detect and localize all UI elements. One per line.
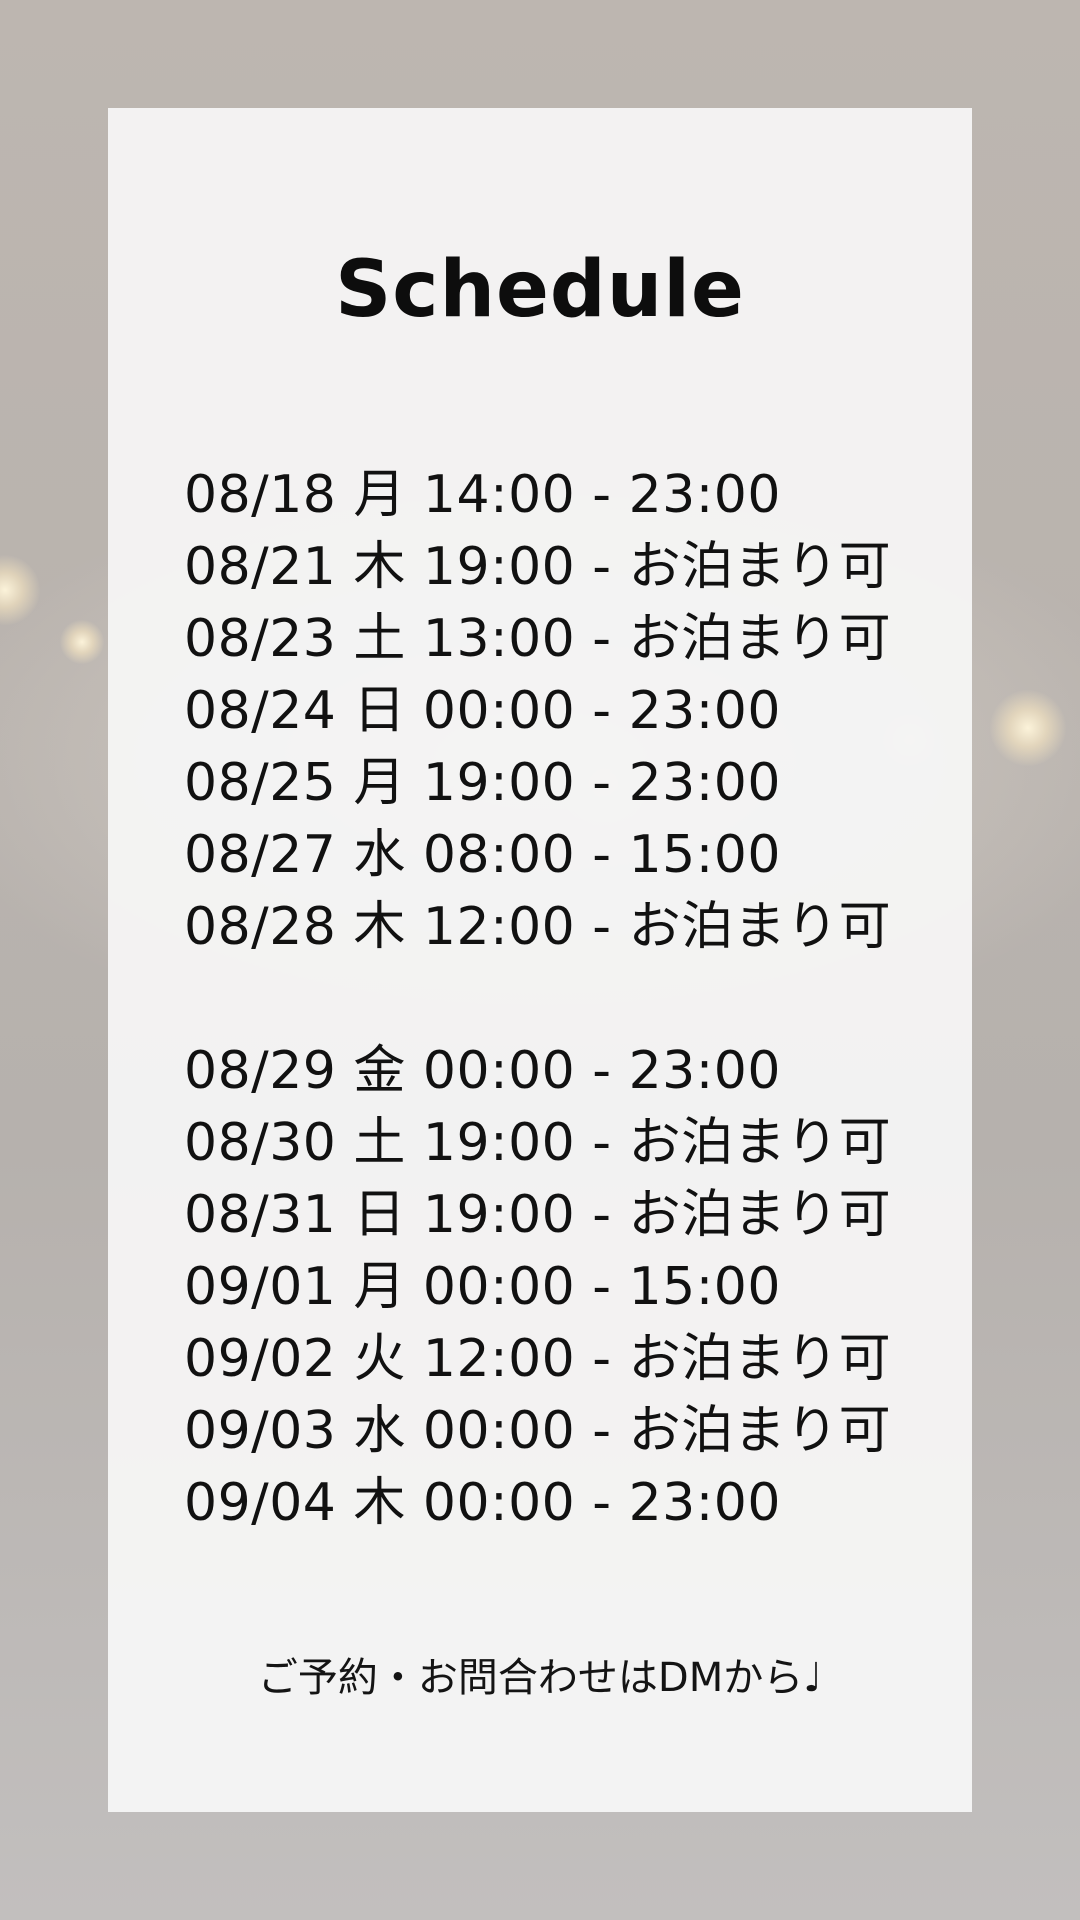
schedule-row: 08/27 水 08:00 - 15:00	[184, 825, 781, 885]
background-bokeh-light	[990, 690, 1066, 766]
schedule-row: 08/23 土 13:00 - お泊まり可	[184, 609, 892, 669]
schedule-row: 08/21 木 19:00 - お泊まり可	[184, 537, 892, 597]
schedule-row: 08/29 金 00:00 - 23:00	[184, 1041, 781, 1101]
schedule-row: 08/25 月 19:00 - 23:00	[184, 753, 781, 813]
schedule-row: 09/03 水 00:00 - お泊まり可	[184, 1401, 892, 1461]
schedule-row: 08/24 日 00:00 - 23:00	[184, 681, 781, 741]
background-bokeh-light	[0, 555, 40, 625]
schedule-row: 08/18 月 14:00 - 23:00	[184, 465, 781, 525]
schedule-row: 08/30 土 19:00 - お泊まり可	[184, 1113, 892, 1173]
schedule-row: 08/31 日 19:00 - お泊まり可	[184, 1185, 892, 1245]
schedule-row: 08/28 木 12:00 - お泊まり可	[184, 897, 892, 957]
schedule-row: 09/04 木 00:00 - 23:00	[184, 1473, 781, 1533]
schedule-row: 09/02 火 12:00 - お泊まり可	[184, 1329, 892, 1389]
page-title: Schedule	[335, 245, 745, 335]
contact-note: ご予約・お問合わせはDMから♩	[257, 1655, 823, 1701]
schedule-row: 09/01 月 00:00 - 15:00	[184, 1257, 781, 1317]
background-bokeh-light	[60, 620, 104, 664]
